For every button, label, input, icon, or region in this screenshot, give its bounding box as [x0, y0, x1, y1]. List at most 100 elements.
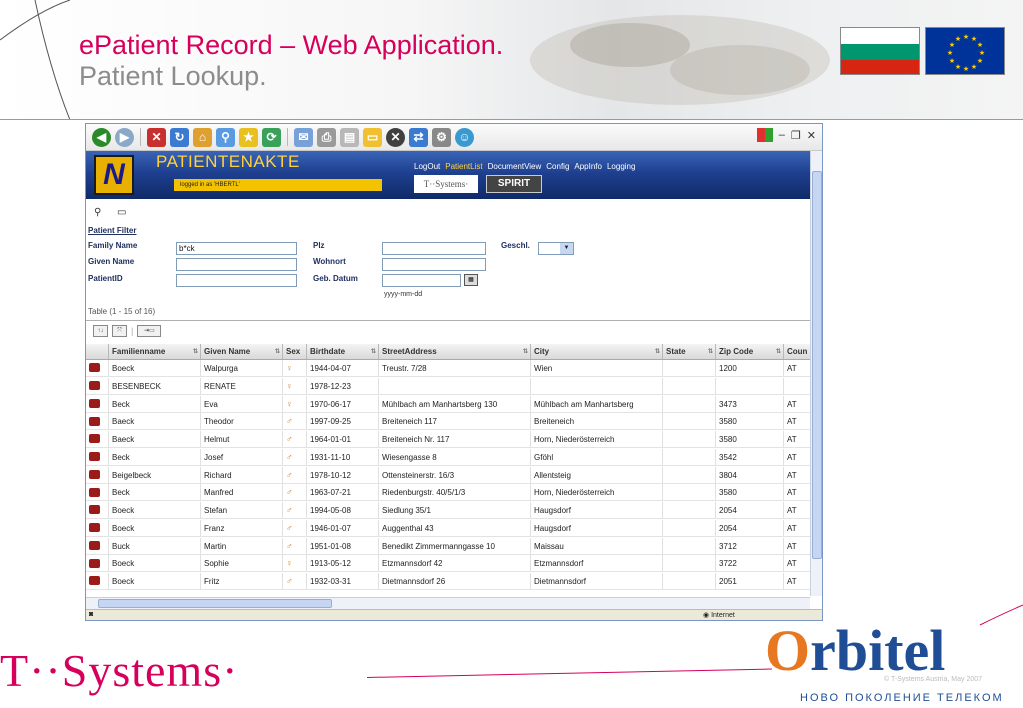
birth-cell: 1913-05-12 — [307, 555, 379, 572]
calendar-icon[interactable]: ▦ — [464, 274, 478, 286]
forward-icon[interactable]: ▶ — [115, 127, 134, 147]
state-cell — [663, 502, 716, 518]
patient-record-icon[interactable] — [89, 558, 100, 568]
sort-icon[interactable]: ↑↓ — [93, 325, 108, 337]
horizontal-scrollbar[interactable] — [86, 597, 810, 609]
sort-icon[interactable]: ⇅ — [523, 344, 528, 359]
export-icon[interactable]: ⇥▭ — [137, 325, 162, 337]
icon-column-header — [86, 344, 109, 359]
nav-logout[interactable]: LogOut — [414, 162, 440, 171]
family-name-input[interactable]: b*ck — [176, 242, 297, 255]
table-row[interactable]: Beck Josef ♂ 1931-11-10 Wiesengasse 8 Gföhl 35… — [86, 448, 822, 466]
street-cell: Etzmannsdorf 42 — [379, 555, 531, 572]
wohnort-input[interactable] — [382, 258, 486, 271]
sort-icon[interactable]: ⇅ — [275, 344, 280, 359]
home-icon[interactable]: ⌂ — [193, 127, 212, 147]
patient-lookup-content: ⚲ ▭ Patient Filter Family Name b*ck Give… — [86, 199, 822, 597]
messenger-icon[interactable]: ☺ — [455, 127, 474, 147]
vertical-scroll-thumb[interactable] — [812, 171, 822, 559]
column-familienname[interactable]: Familienname ⇅ — [109, 344, 201, 359]
column-label: Given Name — [204, 347, 251, 356]
column-zip-code[interactable]: Zip Code ⇅ — [716, 344, 784, 359]
svg-text:★: ★ — [979, 49, 985, 57]
plz-input[interactable] — [382, 242, 486, 255]
table-row[interactable]: Boeck Franz ♂ 1946-01-07 Auggenthal 43 Haugsd… — [86, 519, 822, 537]
sort-icon[interactable]: ⇅ — [708, 344, 713, 359]
patient-record-icon[interactable] — [89, 398, 100, 408]
table-row[interactable]: Buck Martin ♂ 1951-01-08 Benedikt Zimmermann… — [86, 537, 822, 555]
table-row[interactable]: Beigelbeck Richard ♂ 1978-10-12 Ottensteiner… — [86, 466, 822, 484]
favorites-icon[interactable]: ★ — [239, 127, 258, 147]
nav-logging[interactable]: Logging — [607, 162, 635, 171]
table-row[interactable]: Baeck Helmut ♂ 1964-01-01 Breiteneich Nr. 11… — [86, 431, 822, 448]
table-row[interactable]: Boeck Walpurga ♀ 1944-04-07 Treustr. 7/28 Wie… — [86, 360, 822, 377]
birthdate-input[interactable] — [382, 274, 461, 287]
record-cell — [86, 360, 109, 376]
search-icon[interactable]: ⚲ — [94, 207, 107, 218]
sort-icon[interactable]: ⇅ — [776, 344, 781, 359]
patient-record-icon[interactable] — [89, 576, 100, 586]
stop-icon[interactable]: ✕ — [147, 127, 166, 147]
sort-icon[interactable]: ⇅ — [371, 344, 376, 359]
patient-record-icon[interactable] — [89, 487, 100, 497]
minimize-icon[interactable]: – — [779, 129, 785, 141]
patient-record-icon[interactable] — [89, 523, 100, 533]
given-name-input[interactable] — [176, 258, 297, 271]
column-birthdate[interactable]: Birthdate ⇅ — [307, 344, 379, 359]
close-icon[interactable]: ✕ — [807, 129, 816, 142]
nav-documentview[interactable]: DocumentView — [488, 162, 542, 171]
edit-icon[interactable]: ▤ — [340, 127, 359, 147]
patient-record-icon[interactable] — [89, 363, 100, 373]
sex-select[interactable]: ▼ — [538, 242, 574, 255]
birth-cell: 1931-11-10 — [307, 448, 379, 465]
logged-in-status: logged in as 'HBERTL' — [174, 179, 382, 191]
tools-icon[interactable]: ⚙ — [432, 127, 451, 147]
patient-record-icon[interactable] — [89, 416, 100, 426]
mail-icon[interactable]: ✉ — [294, 127, 313, 147]
family-cell: Beck — [109, 484, 201, 501]
reset-sort-icon[interactable]: ⤧ — [112, 325, 127, 337]
discuss-icon[interactable]: ▭ — [363, 127, 382, 147]
table-row[interactable]: Beck Manfred ♂ 1963-07-21 Riedenburgstr. 40/… — [86, 484, 822, 502]
male-icon: ♂ — [286, 451, 293, 462]
history-icon[interactable]: ⟳ — [262, 127, 281, 147]
folder-icon[interactable]: ▭ — [117, 207, 130, 218]
family-cell: BESENBECK — [109, 377, 201, 394]
table-row[interactable]: Boeck Fritz ♂ 1932-03-31 Dietmannsdorf 26 Die… — [86, 573, 822, 590]
column-state[interactable]: State ⇅ — [663, 344, 716, 359]
nav-appinfo[interactable]: AppInfo — [574, 162, 602, 171]
block-icon[interactable]: ✕ — [386, 127, 405, 147]
column-city[interactable]: City ⇅ — [531, 344, 663, 359]
given-cell: Eva — [201, 395, 283, 412]
nav-config[interactable]: Config — [546, 162, 569, 171]
horizontal-scroll-thumb[interactable] — [98, 599, 332, 608]
search-icon[interactable]: ⚲ — [216, 127, 235, 147]
table-row[interactable]: Beck Eva ♀ 1970-06-17 Mühlbach am Manhartsbe… — [86, 395, 822, 413]
connect-icon[interactable]: ⇄ — [409, 127, 428, 147]
column-given-name[interactable]: Given Name ⇅ — [201, 344, 283, 359]
patient-record-icon[interactable] — [89, 452, 100, 462]
sort-icon[interactable]: ⇅ — [655, 344, 660, 359]
nav-patientlist[interactable]: PatientList — [445, 162, 482, 171]
table-row[interactable]: Boeck Stefan ♂ 1994-05-08 Siedlung 35/1 Haugs… — [86, 502, 822, 519]
restore-icon[interactable]: ❐ — [791, 129, 801, 142]
patient-record-icon[interactable] — [89, 505, 100, 515]
patient-record-icon[interactable] — [89, 434, 100, 444]
vertical-scrollbar[interactable] — [810, 151, 822, 596]
column-streetaddress[interactable]: StreetAddress ⇅ — [379, 344, 531, 359]
table-row[interactable]: Baeck Theodor ♂ 1997-09-25 Breiteneich 117 Br… — [86, 413, 822, 431]
patient-record-icon[interactable] — [89, 381, 100, 391]
column-sex[interactable]: Sex — [283, 344, 307, 359]
refresh-icon[interactable]: ↻ — [170, 127, 189, 147]
print-icon[interactable]: ⎙ — [317, 127, 336, 147]
patient-record-icon[interactable] — [89, 540, 100, 550]
patient-record-icon[interactable] — [89, 469, 100, 479]
sex-cell: ♂ — [283, 502, 307, 518]
back-icon[interactable]: ◀ — [92, 127, 111, 147]
table-row[interactable]: Boeck Sophie ♀ 1913-05-12 Etzmannsdorf 42 Etz… — [86, 555, 822, 573]
slide-header: ePatient Record – Web Application. Patie… — [0, 0, 1023, 120]
patient-id-input[interactable] — [176, 274, 297, 287]
record-cell — [86, 377, 109, 394]
table-row[interactable]: BESENBECK RENATE ♀ 1978-12-23 — [86, 377, 822, 395]
sort-icon[interactable]: ⇅ — [193, 344, 198, 359]
